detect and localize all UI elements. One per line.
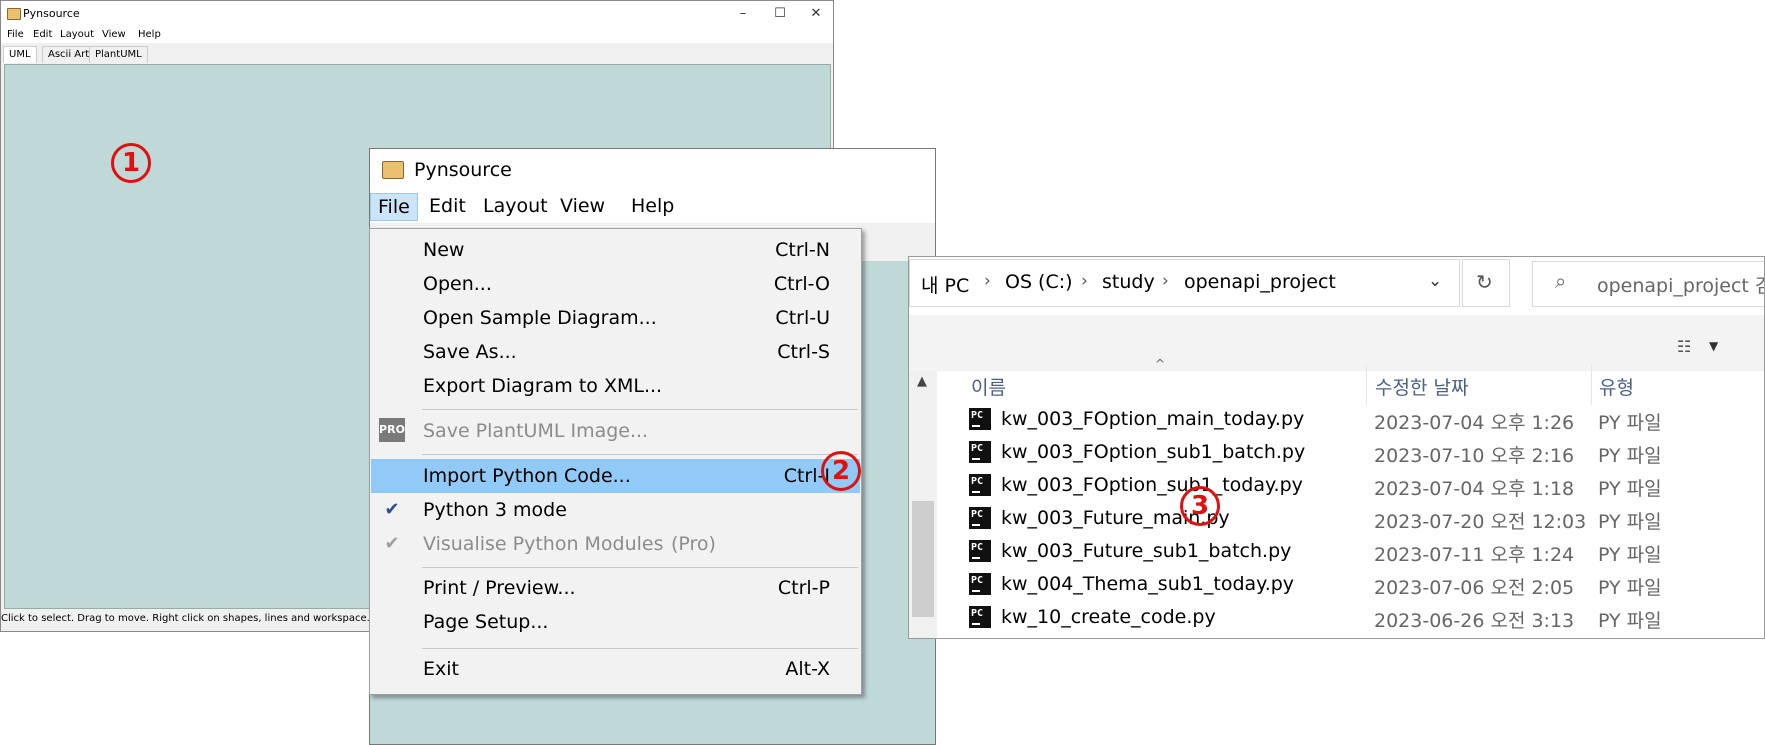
- refresh-button[interactable]: ↻: [1462, 259, 1510, 307]
- menu-view[interactable]: View: [102, 29, 126, 40]
- search-icon: ⌕: [1555, 269, 1567, 293]
- menu-item-save-as[interactable]: Save As... Ctrl-S: [371, 335, 860, 369]
- checkmark-icon: ✔: [384, 499, 400, 520]
- sort-ascending-icon: ^: [1155, 357, 1166, 371]
- menu-file[interactable]: File: [370, 193, 418, 221]
- column-divider[interactable]: [1366, 365, 1367, 405]
- refresh-icon: ↻: [1476, 270, 1493, 294]
- view-dropdown-icon[interactable]: ▼: [1709, 339, 1718, 353]
- step-marker-2: 2: [821, 451, 861, 491]
- window-title: Pynsource: [23, 7, 80, 20]
- pycharm-file-icon: PC: [969, 441, 991, 463]
- scrollbar-thumb[interactable]: [912, 501, 934, 617]
- pro-badge-icon: PRO: [379, 418, 405, 442]
- app-icon: [382, 161, 404, 179]
- chevron-right-icon: ›: [984, 271, 991, 291]
- file-row[interactable]: PC kw_003_FOption_sub1_today.py 2023-07-…: [969, 471, 1759, 503]
- menu-edit[interactable]: Edit: [33, 29, 52, 40]
- menu-item-exit[interactable]: Exit Alt-X: [371, 652, 860, 686]
- file-menu-dropdown: New Ctrl-N Open... Ctrl-O Open Sample Diag…: [369, 228, 862, 695]
- menu-item-save-plantuml: PRO Save PlantUML Image...: [379, 418, 649, 442]
- menu-layout[interactable]: Layout: [60, 29, 94, 40]
- pycharm-file-icon: PC: [969, 408, 991, 430]
- chevron-down-icon[interactable]: ⌄: [1428, 271, 1442, 291]
- menu-view[interactable]: View: [553, 193, 612, 219]
- close-button[interactable]: ✕: [801, 4, 831, 24]
- chevron-right-icon: ›: [1162, 271, 1169, 291]
- menu-separator: [422, 567, 858, 568]
- pycharm-file-icon: PC: [969, 507, 991, 529]
- column-divider[interactable]: [1591, 365, 1592, 405]
- menu-item-python3-mode[interactable]: ✔ Python 3 mode: [371, 493, 860, 527]
- title-bar: Pynsource – ☐ ✕: [1, 1, 833, 27]
- step-marker-1: 1: [111, 143, 151, 183]
- checkmark-icon: ✔: [384, 533, 400, 554]
- menu-help[interactable]: Help: [624, 193, 681, 219]
- chevron-right-icon: ›: [1081, 271, 1088, 291]
- menu-item-import-python[interactable]: Import Python Code... Ctrl-I: [371, 459, 860, 493]
- file-explorer-window: 내 PC › OS (C:) › study › openapi_project…: [908, 256, 1765, 639]
- view-toolbar: [909, 315, 1764, 371]
- menu-bar: [1, 27, 833, 43]
- menu-item-new[interactable]: New Ctrl-N: [371, 233, 860, 267]
- menu-item-open[interactable]: Open... Ctrl-O: [371, 267, 860, 301]
- menu-item-export-xml[interactable]: Export Diagram to XML...: [371, 369, 860, 403]
- pycharm-file-icon: PC: [969, 606, 991, 628]
- file-row[interactable]: PC kw_10_create_code.py 2023-06-26 오전 3:…: [969, 603, 1759, 635]
- tab-plantuml[interactable]: PlantUML: [89, 46, 148, 63]
- pycharm-file-icon: PC: [969, 474, 991, 496]
- title-bar: Pynsource: [370, 149, 935, 189]
- menu-item-visualise-modules: ✔ Visualise Python Modules (Pro): [371, 527, 860, 561]
- details-view-icon[interactable]: ☷: [1677, 337, 1691, 356]
- status-bar: Click to select. Drag to move. Right cli…: [1, 613, 400, 624]
- breadcrumb-study[interactable]: study: [1102, 271, 1155, 293]
- breadcrumb-drive[interactable]: OS (C:): [1005, 271, 1073, 293]
- menu-separator: [422, 648, 858, 649]
- menu-file[interactable]: File: [7, 29, 24, 40]
- file-row[interactable]: PC kw_004_Thema_sub1_today.py 2023-07-06…: [969, 570, 1759, 602]
- window-title: Pynsource: [414, 159, 512, 181]
- pycharm-file-icon: PC: [969, 573, 991, 595]
- file-row[interactable]: PC kw_003_Future_main.py 2023-07-20 오전 1…: [969, 504, 1759, 536]
- file-row[interactable]: PC kw_003_FOption_main_today.py 2023-07-…: [969, 405, 1759, 437]
- pro-label: (Pro): [671, 533, 716, 555]
- step-marker-3: 3: [1180, 486, 1220, 526]
- maximize-button[interactable]: ☐: [765, 4, 795, 24]
- minimize-button[interactable]: –: [728, 4, 758, 24]
- column-header-date[interactable]: 수정한 날짜: [1375, 373, 1468, 400]
- tab-ascii-art[interactable]: Ascii Art: [42, 46, 96, 63]
- pycharm-file-icon: PC: [969, 540, 991, 562]
- menu-layout[interactable]: Layout: [476, 193, 555, 219]
- breadcrumb-this-pc[interactable]: 내 PC: [921, 271, 969, 298]
- menu-item-print-preview[interactable]: Print / Preview... Ctrl-P: [371, 571, 860, 605]
- column-header-type[interactable]: 유형: [1599, 373, 1634, 400]
- menu-item-open-sample[interactable]: Open Sample Diagram... Ctrl-U: [371, 301, 860, 335]
- menu-separator: [422, 409, 858, 410]
- file-row[interactable]: PC kw_003_FOption_sub1_batch.py 2023-07-…: [969, 438, 1759, 470]
- file-row[interactable]: PC kw_003_Future_sub1_batch.py 2023-07-1…: [969, 537, 1759, 569]
- tab-uml[interactable]: UML: [3, 46, 37, 63]
- breadcrumb-openapi-project[interactable]: openapi_project: [1184, 271, 1336, 293]
- scroll-up-icon[interactable]: ▲: [917, 374, 927, 389]
- search-placeholder: openapi_project 검색: [1597, 275, 1764, 297]
- menu-separator: [422, 454, 858, 455]
- app-icon: [7, 8, 21, 20]
- column-header-name[interactable]: 이름: [971, 373, 1006, 400]
- menu-edit[interactable]: Edit: [422, 193, 473, 219]
- menu-help[interactable]: Help: [138, 29, 161, 40]
- menu-item-page-setup[interactable]: Page Setup...: [371, 605, 860, 639]
